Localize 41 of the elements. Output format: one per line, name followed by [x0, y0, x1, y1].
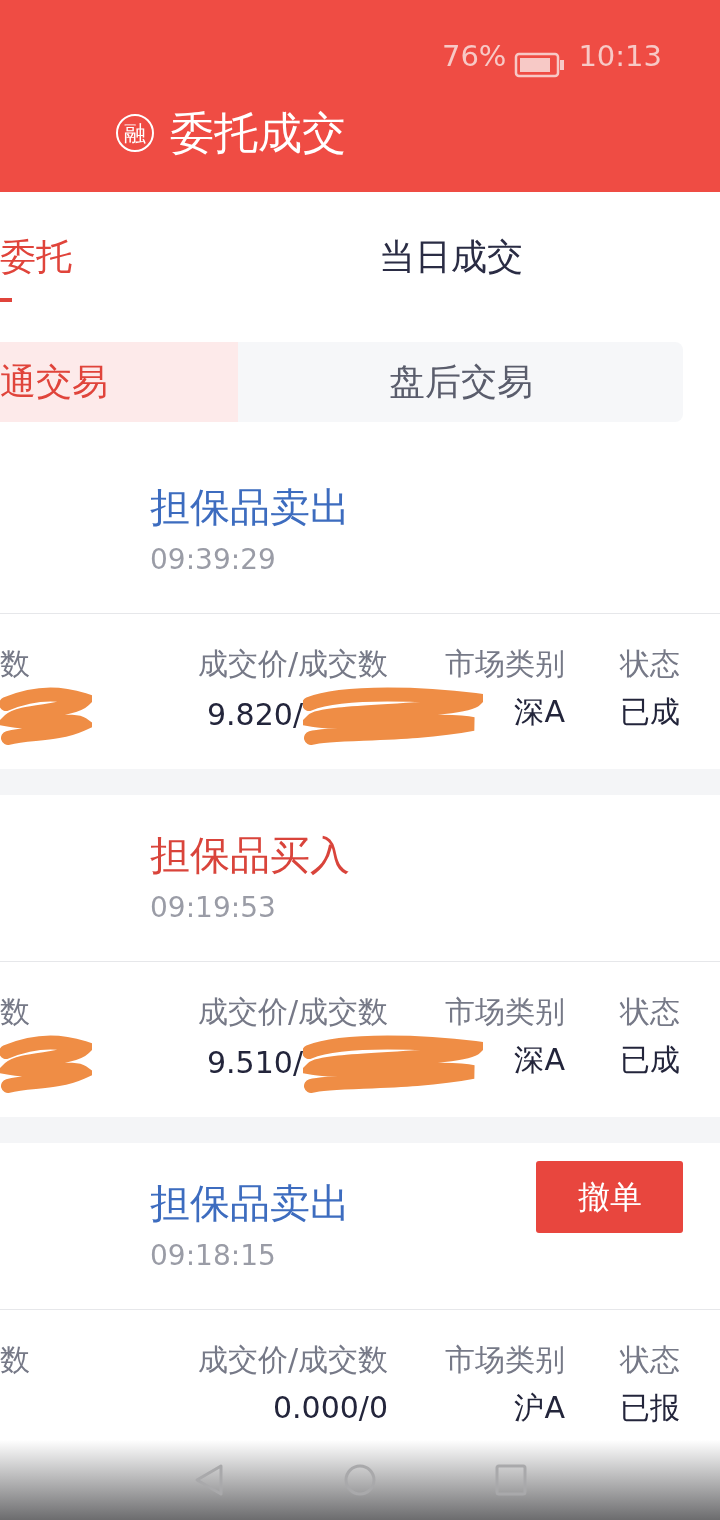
- order-type: 担保品买入: [150, 831, 350, 880]
- tab-indicator: [0, 298, 12, 303]
- cell-value: 已成: [620, 1042, 680, 1077]
- cell-value: 已报: [620, 1390, 680, 1425]
- segment-tab[interactable]: 通交易: [0, 342, 238, 422]
- order-time: 09:19:53: [150, 890, 277, 926]
- back-icon[interactable]: [193, 1463, 225, 1497]
- tab[interactable]: 当日成交: [379, 233, 523, 281]
- column-label: 状态: [618, 645, 680, 683]
- column-label: 数: [0, 1341, 31, 1379]
- battery-icon: [514, 52, 567, 78]
- cell-value: 已成: [620, 694, 680, 729]
- column-label: 成交价/成交数: [196, 645, 388, 683]
- logo-seal: 融: [116, 114, 154, 152]
- cell-value: 9.820/: [207, 696, 303, 732]
- battery-percent: 76%: [441, 37, 507, 75]
- column-label: 市场类别: [444, 645, 565, 683]
- cell-value: 深A: [514, 1042, 565, 1077]
- order-type: 担保品卖出: [150, 483, 350, 532]
- cancel-button[interactable]: 撤单: [536, 1161, 683, 1233]
- column-label: 市场类别: [444, 1341, 565, 1379]
- cell-value: 深A: [514, 694, 565, 729]
- cell-value: 沪A: [514, 1390, 565, 1425]
- column-label: 状态: [618, 993, 680, 1031]
- segment-tab[interactable]: 盘后交易: [238, 342, 683, 422]
- column-label: 数: [0, 993, 31, 1031]
- home-icon[interactable]: [343, 1463, 377, 1497]
- order-time: 09:18:15: [150, 1238, 277, 1274]
- cell-value: 9.510/: [207, 1044, 303, 1080]
- recents-icon[interactable]: [495, 1464, 527, 1496]
- column-label: 状态: [618, 1341, 680, 1379]
- column-label: 成交价/成交数: [196, 993, 388, 1031]
- clock: 10:13: [578, 37, 662, 75]
- column-label: 市场类别: [444, 993, 565, 1031]
- cell-value: 0.000/0: [272, 1390, 388, 1425]
- page-title: 委托成交: [170, 106, 346, 160]
- column-label: 数: [0, 645, 31, 683]
- order-type: 担保品卖出: [150, 1179, 350, 1228]
- tab[interactable]: 委托: [0, 233, 72, 281]
- column-label: 成交价/成交数: [196, 1341, 388, 1379]
- order-time: 09:39:29: [150, 542, 277, 578]
